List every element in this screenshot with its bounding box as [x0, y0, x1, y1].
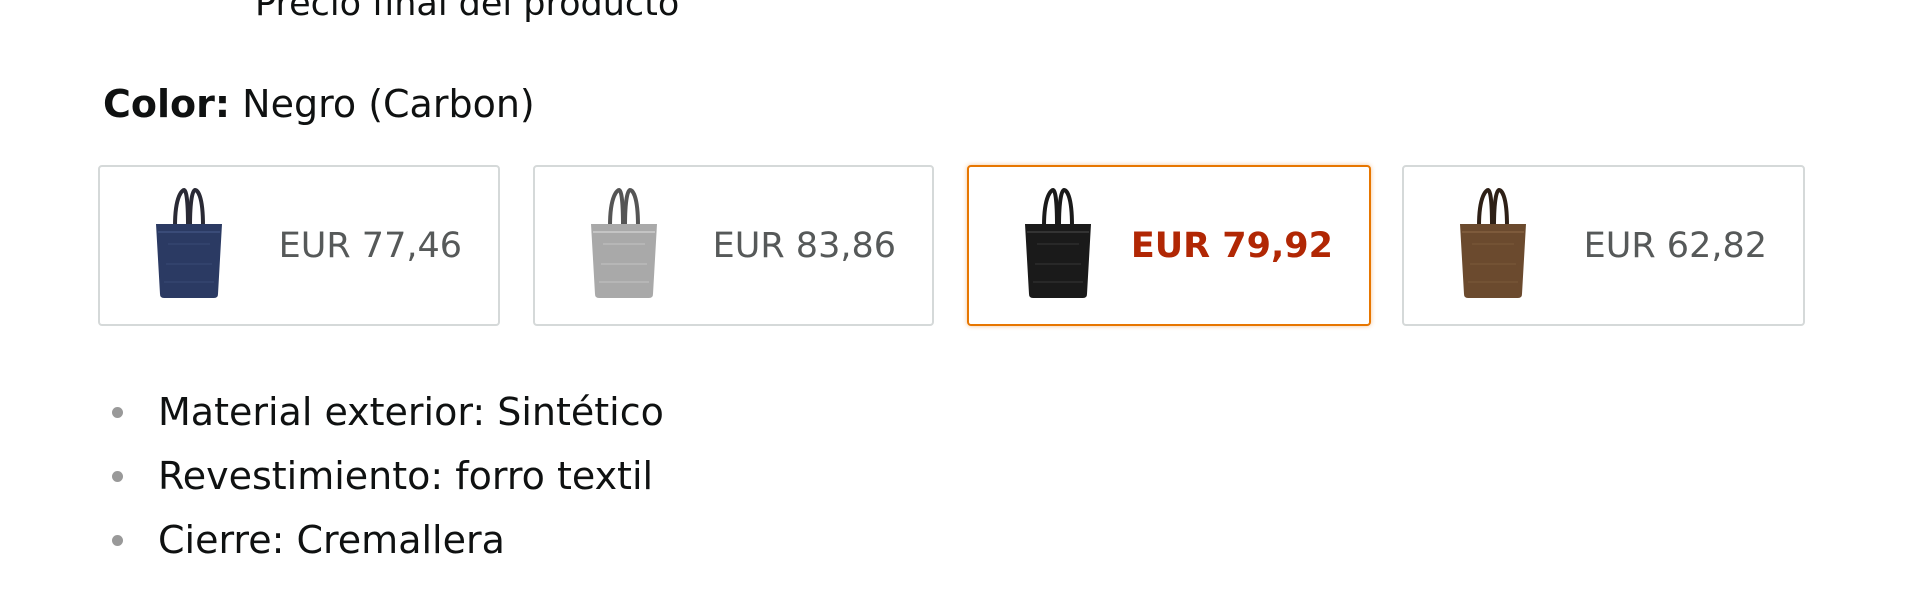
- color-selection-label: Color: Negro (Carbon): [103, 80, 535, 128]
- feature-bullets: Material exterior: Sintético Revestimien…: [108, 380, 664, 572]
- color-swatch-navy[interactable]: EUR 77,46: [98, 165, 500, 326]
- swatch-price: EUR 83,86: [712, 225, 896, 266]
- swatch-price: EUR 62,82: [1583, 225, 1767, 266]
- color-swatch-brown[interactable]: EUR 62,82: [1402, 165, 1805, 326]
- feature-text: Cierre: Cremallera: [158, 518, 505, 562]
- feature-text: Revestimiento: forro textil: [158, 454, 654, 498]
- product-variation-panel: Precio final del producto Color: Negro (…: [0, 0, 1920, 596]
- color-label: Color:: [103, 82, 231, 126]
- swatch-price: EUR 77,46: [278, 225, 462, 266]
- swatch-price: EUR 79,92: [1130, 225, 1333, 266]
- final-price-note: Precio final del producto: [255, 0, 680, 24]
- black-tote-bag-icon: [1025, 187, 1091, 298]
- bullet-dot: [112, 535, 123, 546]
- feature-text: Material exterior: Sintético: [158, 390, 664, 434]
- bullet-dot: [112, 471, 123, 482]
- selected-color-value: Negro (Carbon): [242, 82, 535, 126]
- list-item: Material exterior: Sintético: [108, 380, 664, 444]
- color-swatch-black[interactable]: EUR 79,92: [967, 165, 1371, 326]
- navy-tote-bag-icon: [156, 187, 222, 298]
- list-item: Revestimiento: forro textil: [108, 444, 664, 508]
- brown-tote-bag-icon: [1460, 187, 1526, 298]
- list-item: Cierre: Cremallera: [108, 508, 664, 572]
- bullet-dot: [112, 407, 123, 418]
- color-swatch-grey[interactable]: EUR 83,86: [533, 165, 934, 326]
- grey-tote-bag-icon: [591, 187, 657, 298]
